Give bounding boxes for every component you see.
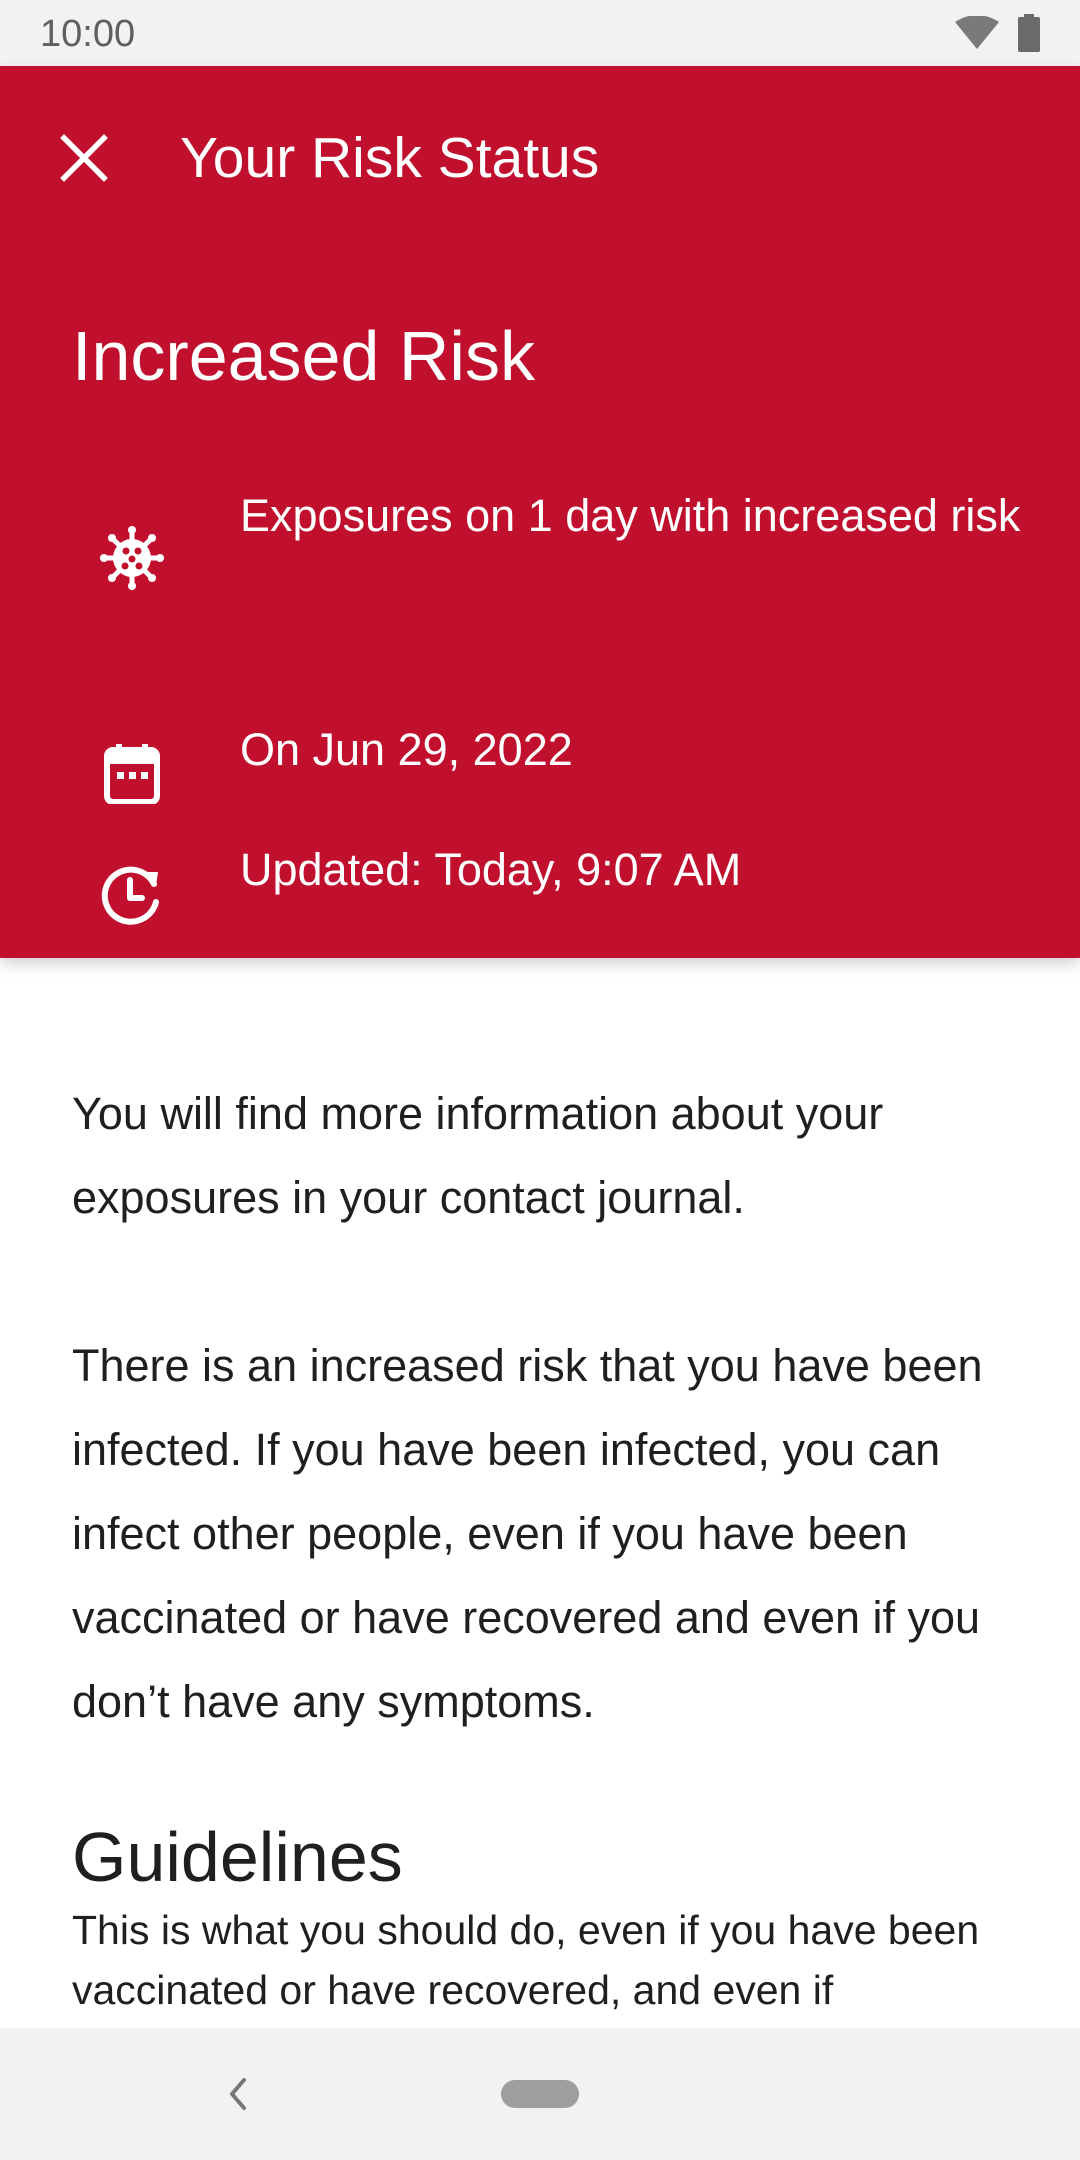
guidelines-text: This is what you should do, even if you … bbox=[72, 1907, 980, 2013]
system-nav-bar bbox=[0, 2028, 1080, 2160]
back-icon bbox=[230, 2078, 246, 2110]
risk-status-screen: 10:00 Your Risk Status Increased Risk Ex… bbox=[0, 0, 1080, 2160]
risk-level-title: Increased Risk bbox=[72, 317, 535, 395]
status-time: 10:00 bbox=[40, 13, 136, 55]
status-bar: 10:00 bbox=[0, 0, 1080, 66]
wifi-icon bbox=[955, 16, 999, 49]
toolbar-title: Your Risk Status bbox=[180, 126, 600, 190]
contact-journal-paragraph: You will find more information about you… bbox=[72, 1088, 884, 1223]
calendar-icon bbox=[96, 738, 168, 810]
close-icon bbox=[60, 134, 108, 182]
battery-icon bbox=[1018, 14, 1040, 52]
history-clock-icon bbox=[96, 858, 168, 930]
updated-text: Updated: Today, 9:07 AM bbox=[240, 844, 742, 895]
exposure-date-text: On Jun 29, 2022 bbox=[240, 724, 573, 775]
exposure-text: Exposures on 1 day with increased risk bbox=[240, 490, 1021, 541]
risk-header: Your Risk Status Increased Risk Exposure… bbox=[0, 66, 1080, 958]
close-button[interactable] bbox=[40, 114, 128, 202]
guidelines-heading: Guidelines bbox=[72, 1818, 403, 1896]
back-button[interactable] bbox=[210, 2066, 266, 2122]
virus-icon bbox=[96, 522, 168, 594]
home-pill[interactable] bbox=[501, 2080, 579, 2108]
infection-risk-paragraph: There is an increased risk that you have… bbox=[72, 1340, 983, 1727]
